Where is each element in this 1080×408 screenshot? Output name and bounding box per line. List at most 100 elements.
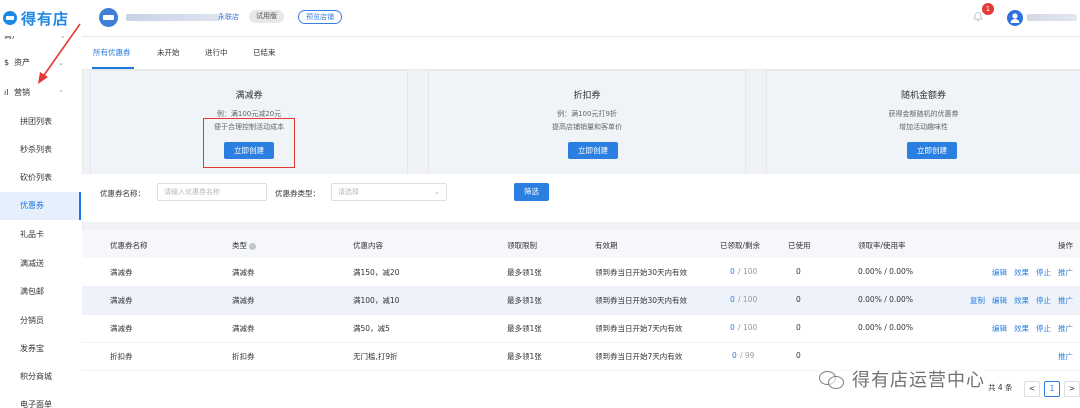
user-name-blurred[interactable] [1027, 14, 1077, 21]
stop-link[interactable]: 停止 [1036, 267, 1051, 278]
effect-link[interactable]: 效果 [1014, 267, 1029, 278]
store-name-blurred [126, 14, 220, 21]
cell-type: 满减券 [232, 324, 255, 333]
cell-content: 满50，减5 [353, 324, 390, 333]
annotation-highlight-box [203, 118, 295, 168]
dollar-icon: $ [4, 58, 10, 67]
cell-rate: 0.00% / 0.00% [858, 295, 913, 304]
table-header: 优惠券名称 类型 优惠内容 领取限制 有效期 已领取/剩余 已使用 领取率/使用… [82, 230, 1080, 258]
promote-link[interactable]: 推广 [1058, 351, 1073, 362]
cell-remaining: / 100 [738, 295, 758, 304]
column-header: 优惠内容 [353, 241, 383, 250]
cell-type: 折扣券 [232, 352, 255, 361]
cell-remaining: / 100 [738, 323, 758, 332]
filter-button[interactable]: 筛选 [514, 183, 549, 201]
preview-store-button[interactable]: 预览店铺 [298, 10, 342, 24]
sidebar-subitem-discount-gift[interactable]: 满减送 [0, 250, 81, 278]
promote-link[interactable]: 推广 [1058, 295, 1073, 306]
cell-limit: 最多领1张 [507, 324, 542, 333]
coupon-name-label: 优惠券名称： [100, 189, 145, 198]
help-icon[interactable] [249, 242, 257, 250]
cell-used: 0 [796, 351, 801, 360]
tab-not-started[interactable]: 未开始 [157, 47, 180, 58]
pagination-prev-button[interactable]: < [1024, 381, 1040, 397]
user-avatar-icon[interactable] [1007, 10, 1023, 26]
cell-validity: 领到券当日开始7天内有效 [595, 324, 683, 333]
card-title: 折扣券 [573, 91, 601, 101]
cell-claimed[interactable]: 0 [730, 295, 735, 304]
cell-remaining: / 100 [738, 267, 758, 276]
tab-ended[interactable]: 已结束 [253, 47, 276, 58]
select-placeholder: 请选择 [338, 188, 359, 196]
coupon-type-label: 优惠券类型： [275, 189, 320, 198]
sidebar-item-label: 商户 [4, 36, 20, 40]
edit-link[interactable]: 编辑 [992, 323, 1007, 334]
cell-used: 0 [796, 323, 801, 332]
cell-validity: 领到券当日开始7天内有效 [595, 352, 683, 361]
effect-link[interactable]: 效果 [1014, 323, 1029, 334]
cell-validity: 领到券当日开始30天内有效 [595, 296, 688, 305]
edit-link[interactable]: 编辑 [992, 295, 1007, 306]
create-random-amount-button[interactable]: 立即创建 [907, 142, 957, 159]
store-avatar[interactable] [99, 8, 118, 27]
card-example: 获得金额随机的优惠券 [888, 110, 959, 118]
card-example: 例：满100元打9折 [557, 110, 617, 118]
annotation-arrow-icon [38, 23, 81, 84]
cell-claimed[interactable]: 0 [732, 351, 737, 360]
bell-icon[interactable] [973, 11, 983, 21]
active-tab-indicator [92, 67, 134, 69]
cell-remaining: / 99 [740, 351, 755, 360]
tab-all-coupons[interactable]: 所有优惠券 [93, 47, 131, 58]
sidebar-subitem-e-waybill[interactable]: 电子面单 [0, 391, 81, 408]
sidebar-subitem-gift-card[interactable]: 礼品卡 [0, 221, 81, 249]
sidebar-subitem-bargain[interactable]: 砍价列表 [0, 164, 81, 192]
top-bar: 得有店 永联店 试用版 预览店铺 1 [0, 0, 1080, 37]
cell-name: 满减券 [110, 268, 133, 277]
effect-link[interactable]: 效果 [1014, 295, 1029, 306]
trial-badge: 试用版 [249, 10, 284, 23]
stop-link[interactable]: 停止 [1036, 295, 1051, 306]
card-title: 满减券 [235, 91, 263, 101]
tab-in-progress[interactable]: 进行中 [205, 47, 228, 58]
sidebar-subitem-points-mall[interactable]: 积分商城 [0, 363, 81, 391]
sidebar-subitem-coupons[interactable]: 优惠券 [0, 192, 81, 220]
sidebar-subitem-free-shipping[interactable]: 满包邮 [0, 278, 81, 306]
cell-type: 满减券 [232, 268, 255, 277]
cell-name: 满减券 [110, 296, 133, 305]
sidebar-subitem-flash-sale[interactable]: 秒杀列表 [0, 136, 81, 164]
edit-link[interactable]: 编辑 [992, 267, 1007, 278]
cell-used: 0 [796, 295, 801, 304]
promote-link[interactable]: 推广 [1058, 267, 1073, 278]
cell-validity: 领到券当日开始30天内有效 [595, 268, 688, 277]
create-discount-button[interactable]: 立即创建 [568, 142, 618, 159]
cell-limit: 最多领1张 [507, 268, 542, 277]
coupon-type-select[interactable]: 请选择 ⌄ [331, 183, 447, 201]
promote-link[interactable]: 推广 [1058, 323, 1073, 334]
cell-rate: 0.00% / 0.00% [858, 267, 913, 276]
stop-link[interactable]: 停止 [1036, 323, 1051, 334]
wechat-icon [818, 369, 846, 389]
table-row: 满减券 满减券 满100，减10 最多领1张 领到券当日开始30天内有效 0 /… [82, 286, 1080, 315]
watermark-text: 得有店运营中心 [852, 370, 985, 391]
column-header: 领取限制 [507, 241, 537, 250]
cell-claimed[interactable]: 0 [730, 267, 735, 276]
cell-claimed[interactable]: 0 [730, 323, 735, 332]
cell-content: 满100，减10 [353, 296, 400, 305]
column-header: 有效期 [595, 241, 618, 250]
coupon-name-input[interactable]: 请输入优惠券名称 [157, 183, 267, 201]
filter-bar: 优惠券名称： 请输入优惠券名称 优惠券类型： 请选择 ⌄ 筛选 [82, 174, 1080, 222]
watermark: 得有店运营中心 [818, 368, 985, 391]
cell-limit: 最多领1张 [507, 352, 542, 361]
pagination-page-button[interactable]: 1 [1044, 381, 1060, 397]
column-header: 领取率/使用率 [858, 241, 906, 250]
cell-name: 折扣券 [110, 352, 133, 361]
sidebar-item-partial[interactable]: 商户 ⌄ [4, 36, 66, 44]
sidebar-subitem-distributor[interactable]: 分销员 [0, 307, 81, 335]
copy-link[interactable]: 复制 [970, 295, 985, 306]
pagination-next-button[interactable]: > [1064, 381, 1080, 397]
sidebar-subitem-group-buy[interactable]: 拼团列表 [0, 108, 81, 136]
pagination-total: 共 4 条 [988, 383, 1013, 392]
cell-limit: 最多领1张 [507, 296, 542, 305]
cell-content: 满150，减20 [353, 268, 400, 277]
sidebar-subitem-coupon-treasure[interactable]: 发券宝 [0, 335, 81, 363]
